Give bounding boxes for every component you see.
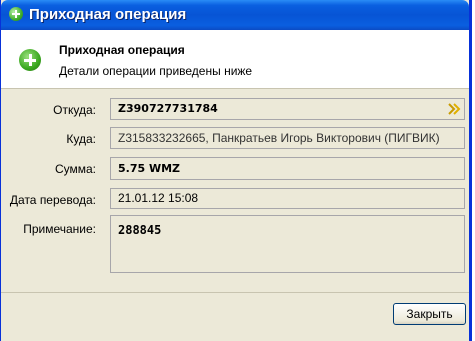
dialog-window: Приходная операция Приходная операция Де… (0, 0, 472, 341)
title-bar[interactable]: Приходная операция (1, 0, 469, 30)
add-icon (9, 7, 23, 21)
window-title: Приходная операция (29, 6, 187, 23)
double-arrow-right-icon[interactable] (447, 102, 461, 116)
from-value: Z390727731784 (118, 102, 218, 115)
plus-icon (19, 49, 41, 71)
amount-label: Сумма: (54, 162, 96, 176)
header-title: Приходная операция (59, 43, 185, 57)
to-label: Куда: (66, 132, 96, 146)
date-label: Дата перевода: (9, 193, 96, 207)
footer-divider (1, 292, 469, 293)
date-field[interactable]: 21.01.12 15:08 (110, 188, 465, 209)
note-field[interactable]: 288845 (110, 215, 465, 273)
to-field[interactable]: Z315833232665, Панкратьев Игорь Викторов… (110, 127, 465, 149)
date-value: 21.01.12 15:08 (118, 191, 199, 205)
from-label: Откуда: (53, 103, 96, 117)
amount-field[interactable]: 5.75 WMZ (110, 157, 465, 180)
amount-value: 5.75 WMZ (118, 162, 181, 175)
note-value: 288845 (118, 223, 162, 237)
to-value: Z315833232665, Панкратьев Игорь Викторов… (118, 131, 440, 145)
close-button[interactable]: Закрыть (393, 303, 466, 325)
from-field[interactable]: Z390727731784 (110, 98, 465, 120)
note-label: Примечание: (23, 222, 96, 236)
dialog-header: Приходная операция Детали операции приве… (1, 30, 469, 89)
header-subtitle: Детали операции приведены ниже (59, 64, 253, 78)
